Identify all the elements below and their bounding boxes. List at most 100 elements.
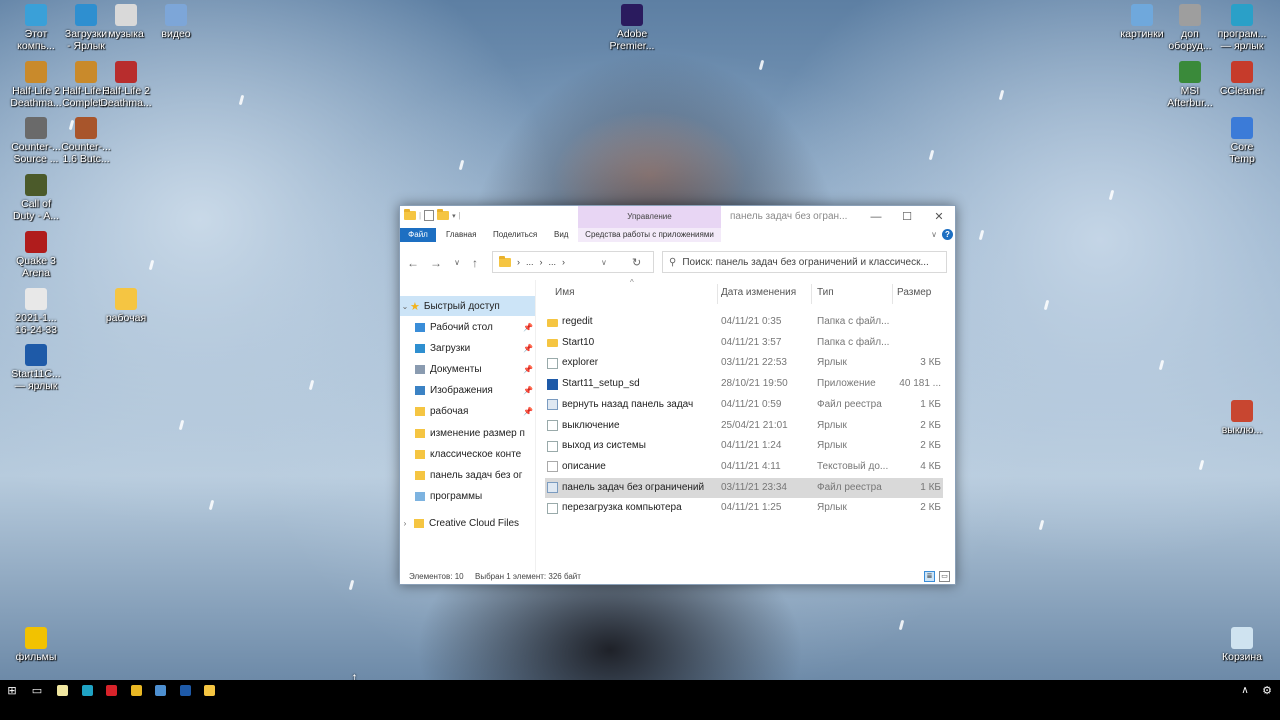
chevron-right-icon[interactable]: › [400,519,410,528]
desktop-icon-counter-strike-16[interactable]: Counter-... 1.6 Butc... [54,117,118,165]
pane-divider[interactable] [535,280,536,572]
desktop-icon-start11-shortcut[interactable]: Start11C... — ярлык [4,344,68,392]
properties-icon[interactable] [424,210,435,221]
nav-item[interactable]: Изображения 📌 [400,381,535,401]
tab-app-tools[interactable]: Средства работы с приложениями [578,228,721,242]
title-bar[interactable]: | ▾ | Управление панель задач без огран.… [400,206,955,228]
minimize-button[interactable]: — [866,209,886,225]
desktop-icon-video-folder[interactable]: видео [144,4,208,40]
desktop-icon-programs-shortcut[interactable]: програм... — ярлык [1210,4,1274,52]
file-row[interactable]: explorer 03/11/21 22:53 Ярлык 3 КБ [545,353,943,373]
nav-label: рабочая [430,406,469,418]
breadcrumb-part[interactable]: ... [526,257,534,267]
recent-locations-icon[interactable]: ∨ [449,255,465,271]
column-header-size[interactable]: Размер [897,280,943,306]
file-row[interactable]: regedit 04/11/21 0:35 Папка с файл... [545,312,943,332]
desktop-icon-core-temp[interactable]: Core Temp [1210,117,1274,165]
column-separator[interactable] [717,284,718,304]
desktop-icon-adobe-premiere[interactable]: Adobe Premier... [600,4,664,52]
status-bar: Элементов: 10 Выбран 1 элемент: 326 байт… [400,570,955,584]
desktop-icon-label: фильмы [15,651,57,663]
desktop-icon-shutdown-shortcut[interactable]: выклю... [1210,400,1274,436]
opera-button[interactable] [101,680,121,700]
file-row[interactable]: выход из системы 04/11/21 1:24 Ярлык 2 КБ [545,436,943,456]
edge-button[interactable] [150,680,170,700]
nav-item[interactable]: классическое конте [400,444,535,464]
tab-home[interactable]: Главная [446,228,476,242]
address-bar[interactable]: › ... › ... › ∨ [492,251,654,273]
desktop-icon-screenshot-file[interactable]: 2021-1... 16-24-33 [4,288,68,336]
file-row[interactable]: перезагрузка компьютера 04/11/21 1:25 Ярлы… [545,498,943,518]
file-row[interactable]: панель задач без ограничений 03/11/21 23:… [545,477,943,498]
counter-strike-source-icon [25,117,47,139]
show-hidden-icons-icon[interactable]: ∧ [1238,680,1252,700]
chevron-down-icon[interactable]: ∨ [601,258,607,267]
column-header-type[interactable]: Тип [817,280,893,306]
photo-app-button[interactable] [77,680,97,700]
maximize-button[interactable]: ☐ [897,209,917,225]
file-name-cell: перезагрузка компьютера [547,498,717,518]
details-view-icon[interactable]: ≣ [924,571,935,582]
tab-view[interactable]: Вид [554,228,568,242]
search-text: Поиск: панель задач без ограничений и кл… [682,256,929,268]
new-folder-icon[interactable] [437,209,450,220]
file-row[interactable]: выключение 25/04/21 21:01 Ярлык 2 КБ [545,416,943,436]
file-type: Ярлык [817,419,847,431]
refresh-icon[interactable]: ↻ [632,256,641,269]
column-separator[interactable] [811,284,812,304]
column-header-name[interactable]: Имя [555,280,715,306]
search-input[interactable]: ⚲ Поиск: панель задач без ограничений и … [662,251,947,273]
column-header-date[interactable]: Дата изменения [721,280,813,306]
file-row[interactable]: Start10 04/11/21 3:57 Папка с файл... [545,333,943,353]
desktop-icon-ccleaner[interactable]: CCleaner [1210,61,1274,97]
file-explorer-window[interactable]: | ▾ | Управление панель задач без огран.… [399,205,956,585]
file-row[interactable]: описание 04/11/21 4:11 Текстовый до... 4 КБ [545,457,943,477]
tab-file[interactable]: Файл [400,228,436,242]
nav-item[interactable]: Рабочий стол 📌 [400,317,535,337]
desktop-icon-quake3[interactable]: Quake 3 Arena [4,231,68,279]
chevron-down-icon[interactable]: ⌄ [400,302,410,311]
desktop-icon-call-of-duty[interactable]: Call of Duty - A... [4,174,68,222]
snowflake [458,159,465,171]
help-icon[interactable]: ? [942,229,953,240]
forward-arrow-icon[interactable]: → [428,255,444,271]
notepad-button[interactable] [52,680,72,700]
column-separator[interactable] [892,284,893,304]
nav-quick-access[interactable]: ⌄ ★ Быстрый доступ [400,296,535,316]
notepad-icon [56,684,68,696]
nav-item[interactable]: изменение размер п [400,423,535,443]
manage-contextual-tab[interactable]: Управление [578,206,721,228]
desktop-icon-label: Quake 3 Arena [16,255,56,279]
breadcrumb-part[interactable]: ... [549,257,557,267]
chrome-button[interactable] [126,680,146,700]
file-explorer-button[interactable] [199,680,219,700]
nav-item[interactable]: панель задач без ог [400,465,535,485]
file-row[interactable]: Start11_setup_sd 28/10/21 19:50 Приложение… [545,374,943,394]
nav-item[interactable]: программы [400,487,535,507]
file-row[interactable]: вернуть назад панель задач 04/11/21 0:59 Ф… [545,395,943,415]
back-arrow-icon[interactable]: ← [405,255,421,271]
large-icons-view-icon[interactable]: ▭ [939,571,950,582]
nav-item[interactable]: Загрузки 📌 [400,338,535,358]
start-button[interactable]: ⊞ [2,680,22,700]
desktop-icon-half-life-dm[interactable]: Half-Life 2 Deathma... [94,61,158,109]
core-temp-icon [1231,117,1253,139]
chevron-down-icon[interactable]: ∨ [931,228,937,242]
programs-shortcut-icon [1231,4,1253,26]
close-button[interactable]: ✕ [929,209,949,225]
desktop-icon-work-folder[interactable]: рабочая [94,288,158,324]
tab-share[interactable]: Поделиться [493,228,537,242]
desktop-icon-recycle-bin[interactable]: Корзина [1210,627,1274,663]
file-size: 1 КБ [920,398,941,410]
task-view-button[interactable]: ▭ [27,680,47,700]
up-arrow-icon[interactable]: ↑ [467,255,483,271]
dropdown-icon[interactable]: ▾ [452,212,456,220]
screenshot-file-icon [25,288,47,310]
nav-item[interactable]: Документы 📌 [400,359,535,379]
nav-item[interactable]: рабочая 📌 [400,402,535,422]
nav-creative-cloud[interactable]: › Creative Cloud Files [400,514,535,534]
settings-gear-icon[interactable]: ⚙ [1260,680,1274,700]
snowflake [1108,189,1115,201]
start11-button[interactable] [175,680,195,700]
desktop-icon-warning[interactable]: фильмы [4,627,68,663]
